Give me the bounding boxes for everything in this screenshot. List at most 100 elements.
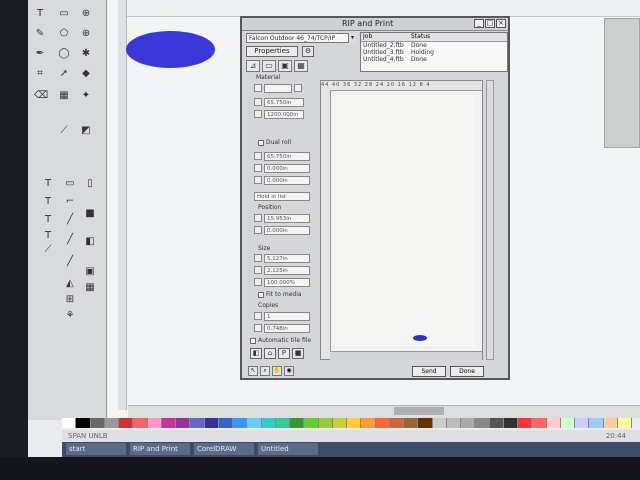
print-preview[interactable]: 44 40 36 32 28 24 20 16 12 8 4 [320,80,483,360]
zoom-fit-icon[interactable]: ◉ [284,366,294,376]
tab-tiling-icon[interactable]: ▦ [294,60,308,72]
window-titlebar[interactable]: RIP and Print _ □ × [242,18,508,31]
dual-roll-offset-field[interactable]: 0.000in [264,176,310,185]
blue-ellipse-shape[interactable] [126,31,215,68]
job-list-header: Job Status [361,33,507,42]
pan-tool-icon[interactable]: ✋ [272,366,282,376]
table-row[interactable]: Untitled_3.ftb Holding [361,49,507,56]
tab-layout-icon[interactable]: ⊿ [246,60,260,72]
preview-vertical-scrollbar[interactable] [486,80,494,360]
copies-spacing-icon [254,324,262,332]
ellipse-tool-icon[interactable]: ◯ [58,48,70,60]
automatic-tile-checkbox[interactable] [250,338,256,344]
material-label: Material [256,74,281,81]
fill-tool-icon[interactable]: ◆ [80,68,92,80]
shadow-tool-icon[interactable]: ▣ [84,266,96,278]
star-tool-icon[interactable]: ✱ [80,48,92,60]
arrow-tool-icon[interactable]: ➚ [58,68,70,80]
dual-roll-gap-field[interactable]: 0.000in [264,164,310,173]
material-browse-icon[interactable] [294,84,302,92]
printer-settings-icon[interactable]: ⚙ [302,46,314,57]
taskbar-item-untitled[interactable]: Untitled [258,443,318,455]
stamp-tool-icon[interactable]: ⚘ [64,310,76,322]
blend-tool-icon[interactable]: ◧ [84,236,96,248]
pointer-tool-icon[interactable]: ↖ [248,366,258,376]
chevron-down-icon[interactable]: ▾ [348,33,356,43]
frame-tool-icon[interactable]: ▭ [64,178,76,190]
status-column-header[interactable]: Status [409,33,491,41]
job-column-header[interactable]: Job [361,33,409,41]
page-tool-icon[interactable]: ▯ [84,178,96,190]
size-height-field[interactable]: 2.125in [264,266,310,275]
dual-roll-width-field[interactable]: 65.750in [264,152,310,161]
paragraph-text-icon[interactable]: T [42,230,54,242]
taskbar-item-corel[interactable]: CorelDRAW [194,443,254,455]
job-name: Untitled_3.ftb [363,49,404,56]
width-icon [254,98,262,106]
start-button[interactable]: start [66,443,126,455]
eraser-tool-icon[interactable]: ⌫ [34,90,48,102]
table-row[interactable]: Untitled_2.ftb Done [361,42,507,49]
preview-ellipse-object[interactable] [413,335,427,341]
size-width-field[interactable]: 5.127in [264,254,310,263]
calligraphy-tool-icon[interactable]: ╱ [64,256,76,268]
artistic-text-icon[interactable]: T [42,196,54,208]
top-ruler [118,0,640,17]
dual-roll-checkbox[interactable] [258,140,264,146]
preview-horizontal-scrollbar[interactable] [330,351,482,360]
printer-select[interactable]: Falcon Outdoor 46_74/TCP/IP [246,33,356,43]
horizontal-scroll-thumb[interactable] [394,407,444,415]
table-tool-icon[interactable]: ▦ [58,90,70,102]
outline-color-icon[interactable]: ■ [84,208,96,220]
job-list[interactable]: Job Status Untitled_2.ftb Done Untitled_… [360,32,508,72]
pick-tool-icon[interactable]: T [34,8,46,20]
material-select[interactable] [264,84,292,93]
freehand-tool-icon[interactable]: ✎ [34,28,46,40]
zoom-tool-icon[interactable]: ⊕ [80,8,92,20]
height-field[interactable]: 1200.000in [264,110,304,119]
tab-color-icon[interactable]: ▣ [278,60,292,72]
crop-tool-icon[interactable]: ⌗ [34,68,46,80]
horizontal-scrollbar[interactable] [128,405,640,418]
tile-mid-icon[interactable]: ⌂ [264,348,276,359]
status-right-text: 20:44 [605,432,626,440]
tab-page-icon[interactable]: ▭ [262,60,276,72]
brush-tool-icon[interactable]: ╱ [64,214,76,226]
zoom-tool-icon[interactable]: ⌕ [260,366,270,376]
interactive-fill-icon[interactable]: ◭ [64,278,76,290]
color-palette[interactable] [62,418,632,428]
tile-preview-icon[interactable]: P [278,348,290,359]
send-button[interactable]: Send [412,366,446,377]
color-swap-icon[interactable]: ◩ [80,125,92,137]
transparency-tool-icon[interactable]: ⊞ [64,294,76,306]
eyedropper-icon[interactable]: ✦ [80,90,92,102]
hold-in-list-select[interactable]: Hold in list [254,192,310,201]
copies-spacing-field[interactable]: 0.748in [264,324,310,333]
shape-tool-icon[interactable]: ▭ [58,8,70,20]
position-y-field[interactable]: 0.000in [264,226,310,235]
taskbar-item-rip[interactable]: RIP and Print [130,443,190,455]
line-tool-icon[interactable]: ╱ [64,234,76,246]
pen-tool-icon[interactable]: ✒ [34,48,46,60]
vertical-text-icon[interactable]: T [42,214,54,226]
properties-button[interactable]: Properties [246,46,298,57]
knife-tool-icon[interactable]: ⟋ [58,125,70,137]
polygon-tool-icon[interactable]: ⬠ [58,28,70,40]
tile-left-icon[interactable]: ◧ [250,348,262,359]
tile-red-icon[interactable]: ■ [292,348,304,359]
minimize-button[interactable]: _ [474,19,484,28]
fit-to-media-checkbox[interactable] [258,292,264,298]
mesh-tool-icon[interactable]: ▦ [84,282,96,294]
maximize-button[interactable]: □ [485,19,495,28]
scale-field[interactable]: 100.000% [264,278,310,287]
close-button[interactable]: × [496,19,506,28]
position-x-field[interactable]: 15.953in [264,214,310,223]
link-tool-icon[interactable]: ⟋ [42,244,54,256]
connector-tool-icon[interactable]: ⌐ [64,196,76,208]
table-row[interactable]: Untitled_4.ftb Done [361,56,507,63]
width-field[interactable]: 65.750in [264,98,304,107]
text-tool-icon[interactable]: T [42,178,54,190]
zoom-in-icon[interactable]: ⊕ [80,28,92,40]
copies-field[interactable]: 1 [264,312,310,321]
done-button[interactable]: Done [450,366,484,377]
